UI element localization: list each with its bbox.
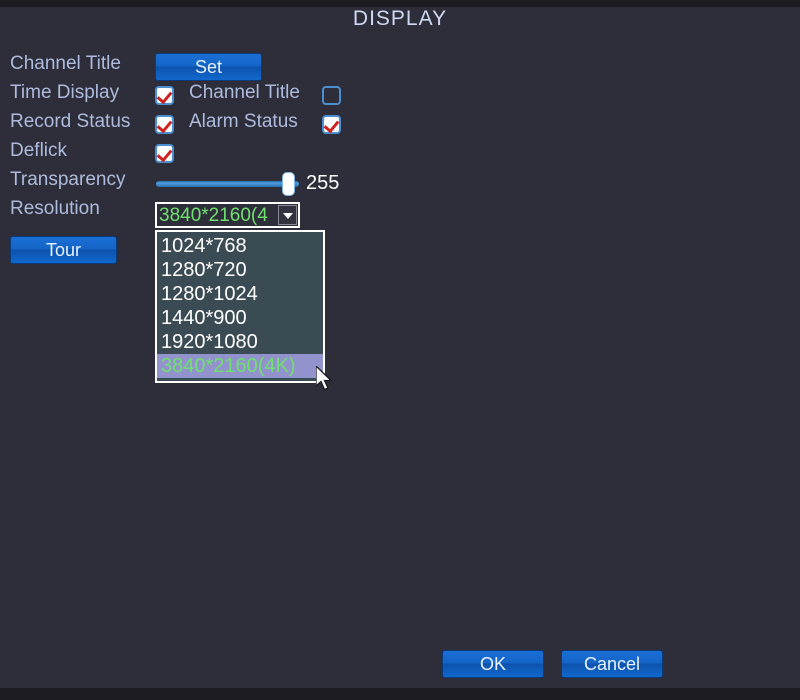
deflick-label: Deflick [10,140,67,162]
resolution-label: Resolution [10,198,100,220]
page-title: DISPLAY [0,7,800,31]
cancel-button[interactable]: Cancel [561,650,663,678]
record-status-checkbox[interactable] [155,115,174,134]
channel-title-overlay-label: Channel Title [189,82,300,104]
list-item-selected[interactable]: 3840*2160(4K) [157,354,323,378]
transparency-value: 255 [306,172,339,195]
list-item[interactable]: 1280*720 [157,258,323,282]
resolution-dropdown-list[interactable]: 1024*768 1280*720 1280*1024 1440*900 192… [155,230,325,383]
chevron-down-icon[interactable] [278,205,297,225]
display-settings-window: DISPLAY Channel Title Set Time Display C… [0,0,800,700]
transparency-slider-handle[interactable] [282,172,295,196]
alarm-status-label: Alarm Status [189,111,298,133]
bottom-border-strip [0,688,800,700]
time-display-label: Time Display [10,82,119,104]
alarm-status-checkbox[interactable] [322,115,341,134]
list-item[interactable]: 1440*900 [157,306,323,330]
ok-button[interactable]: OK [442,650,544,678]
transparency-label: Transparency [10,169,125,191]
resolution-combobox[interactable]: 3840*2160(4 [155,202,300,228]
transparency-slider-track[interactable] [156,181,299,187]
top-border-strip [0,0,800,7]
deflick-checkbox[interactable] [155,144,174,163]
record-status-label: Record Status [10,111,130,133]
list-item[interactable]: 1920*1080 [157,330,323,354]
list-item[interactable]: 1280*1024 [157,282,323,306]
set-button[interactable]: Set [155,53,262,81]
time-display-checkbox[interactable] [155,86,174,105]
channel-title-label: Channel Title [10,53,121,75]
resolution-selected-value: 3840*2160(4 [159,205,272,226]
tour-button[interactable]: Tour [10,236,117,264]
list-item[interactable]: 1024*768 [157,234,323,258]
channel-title-overlay-checkbox[interactable] [322,86,341,105]
